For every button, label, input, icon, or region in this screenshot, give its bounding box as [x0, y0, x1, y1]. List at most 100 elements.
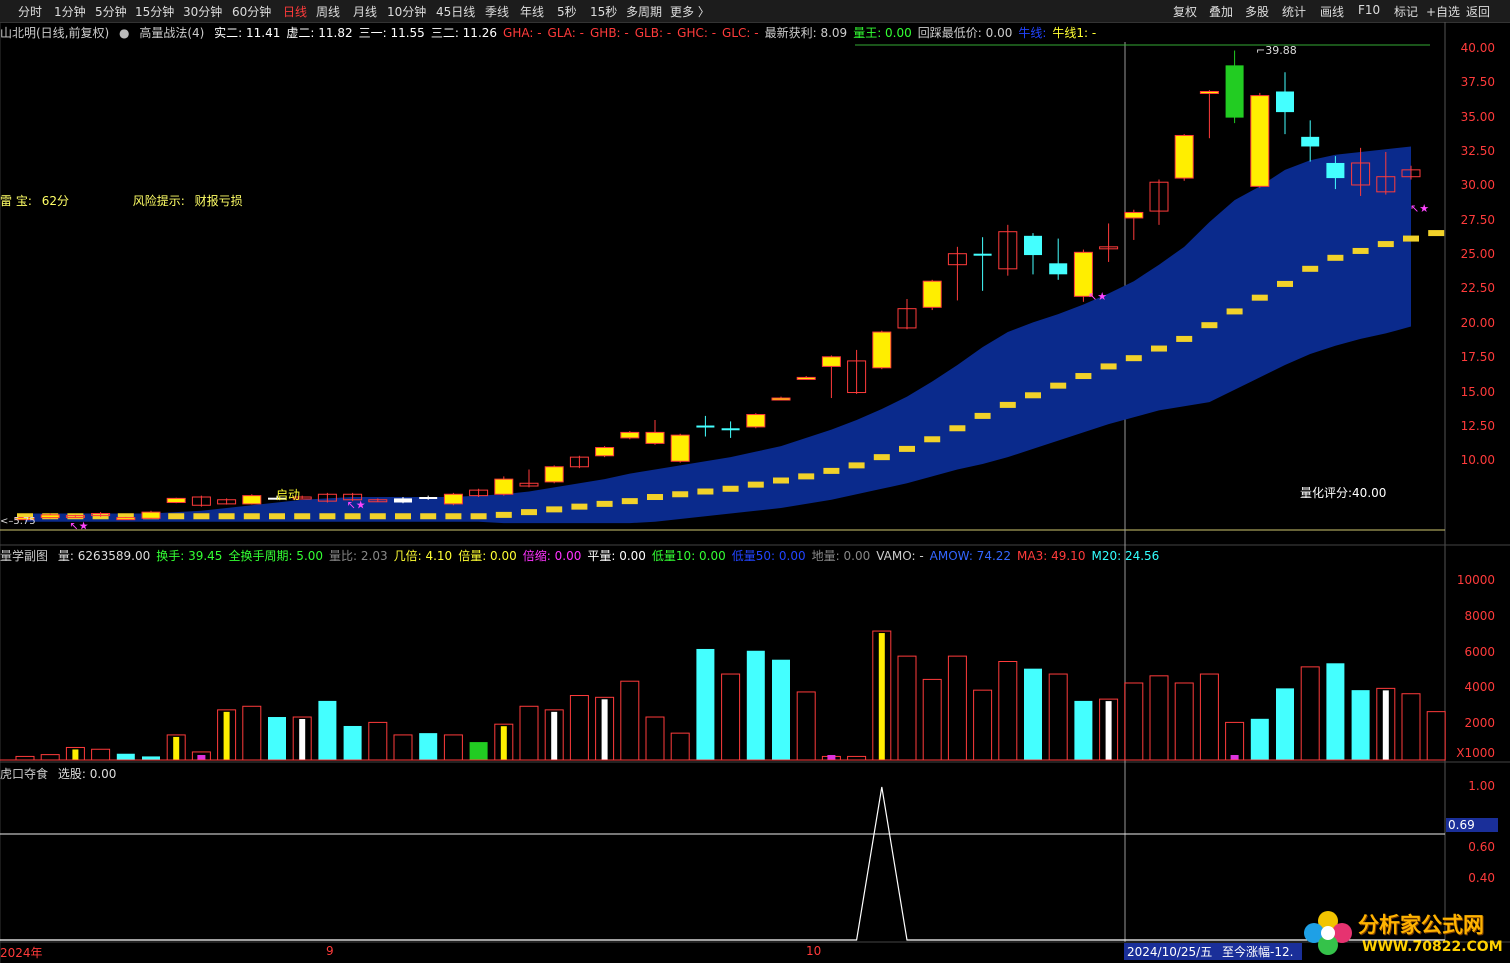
center-line-segment: [1251, 294, 1268, 301]
candle-body: [973, 253, 992, 256]
candle-body: [1250, 95, 1270, 187]
candle-body: [166, 497, 186, 504]
volume-bar: [65, 746, 85, 761]
volume-bar-core: [551, 711, 558, 760]
center-line-segment: [1050, 382, 1067, 389]
center-line-segment: [269, 513, 285, 520]
cursor-note: 至今涨幅-12.: [1222, 945, 1294, 959]
volume-bar-body: [1124, 682, 1144, 761]
volume-bar-core: [1105, 701, 1112, 760]
center-line-segment: [924, 436, 941, 443]
candle: [317, 492, 337, 503]
volume-bar-core: [601, 699, 608, 760]
min-price-label: <–5.75: [0, 516, 36, 527]
volume-bar: [419, 733, 438, 760]
signal-axis-label: 1.00: [1468, 779, 1495, 793]
volume-bar: [569, 695, 589, 761]
price-axis-label: 37.50: [1460, 75, 1495, 90]
candle: [1225, 50, 1244, 124]
volume-bar: [897, 655, 917, 761]
center-line-segment: [823, 467, 840, 474]
center-line-segment: [319, 513, 336, 520]
candle-body: [821, 356, 841, 367]
center-line-segment: [369, 513, 386, 520]
volume-bar: [1074, 700, 1093, 760]
volume-bar: [772, 659, 790, 760]
center-line-segment: [722, 485, 739, 492]
volume-bar: [519, 705, 539, 761]
volume-bar-core: [878, 633, 885, 760]
volume-bar-body: [973, 689, 993, 761]
candle: [116, 516, 136, 521]
volume-bar-body: [368, 721, 388, 761]
candle: [569, 455, 589, 469]
volume-bar-body: [1326, 663, 1345, 760]
price-axis-label: 22.50: [1460, 281, 1495, 296]
candle: [519, 469, 539, 488]
candle-body: [1199, 90, 1219, 94]
center-line-segment: [1176, 335, 1193, 342]
center-line-segment: [1226, 308, 1243, 315]
center-line-segment: [420, 513, 437, 520]
volume-bar: [1124, 682, 1144, 761]
candle: [922, 279, 942, 311]
volume-bar: [1199, 673, 1219, 761]
volume-bar-body: [1250, 718, 1269, 760]
volume-bar: [268, 717, 286, 760]
candle-body: [696, 425, 715, 428]
volume-bar: [494, 723, 514, 761]
stock-chart-canvas[interactable]: ↖★ ↖★ ↖★ ↖★: [0, 0, 1510, 963]
center-line-segment: [596, 500, 613, 507]
volume-bar: [998, 661, 1018, 761]
center-line-segment: [1075, 373, 1092, 380]
volume-bar: [1174, 682, 1194, 761]
cursor-date-box: 2024/10/25/五 至今涨幅-12.: [1124, 943, 1303, 960]
volume-bar-body: [922, 678, 942, 761]
volume-bar-body: [419, 733, 438, 760]
candle-body: [443, 493, 463, 505]
candle-body: [116, 517, 136, 521]
candle: [1149, 179, 1169, 225]
volume-bar: [973, 689, 993, 761]
candle: [645, 420, 665, 445]
volume-bar: [821, 755, 841, 761]
center-line-segment: [672, 491, 689, 498]
star-marker-1: ↖★: [1410, 202, 1429, 215]
volume-bar: [796, 691, 816, 761]
volume-bar: [116, 753, 135, 760]
center-line-segment: [1025, 392, 1041, 399]
volume-bar: [1351, 690, 1370, 760]
candle-body: [419, 497, 438, 500]
candle: [141, 510, 161, 520]
candle: [696, 415, 715, 437]
volume-bar: [1326, 663, 1345, 760]
candle-body: [394, 498, 412, 503]
volume-bar-core: [197, 755, 206, 760]
volume-bar-body: [1199, 673, 1219, 761]
center-line-segment: [873, 454, 890, 461]
volume-bar: [1024, 668, 1042, 760]
volume-bar-body: [569, 695, 589, 761]
volume-bar-body: [1401, 693, 1421, 761]
candle: [746, 413, 766, 429]
volume-axis-label: 8000: [1464, 608, 1495, 623]
volume-bar: [620, 680, 640, 761]
price-axis-label: 32.50: [1460, 143, 1495, 158]
center-line-segment: [999, 401, 1016, 408]
volume-bar-core: [500, 726, 507, 760]
date-axis-year: 2024年: [0, 946, 43, 960]
candle-body: [1301, 136, 1320, 147]
volume-bar-body: [1174, 682, 1194, 761]
volume-bar: [696, 648, 715, 760]
watermark-url: WWW.70822.COM: [1362, 939, 1503, 955]
candle-body: [796, 376, 816, 380]
volume-bar: [40, 754, 60, 761]
volume-bar: [1300, 666, 1320, 761]
volume-bar: [922, 678, 942, 761]
candle: [670, 433, 690, 463]
volume-axis-label: 10000: [1456, 572, 1495, 587]
center-line-segment: [747, 481, 764, 488]
candle: [947, 246, 967, 301]
candle: [469, 488, 489, 498]
volume-bar: [1401, 693, 1421, 761]
